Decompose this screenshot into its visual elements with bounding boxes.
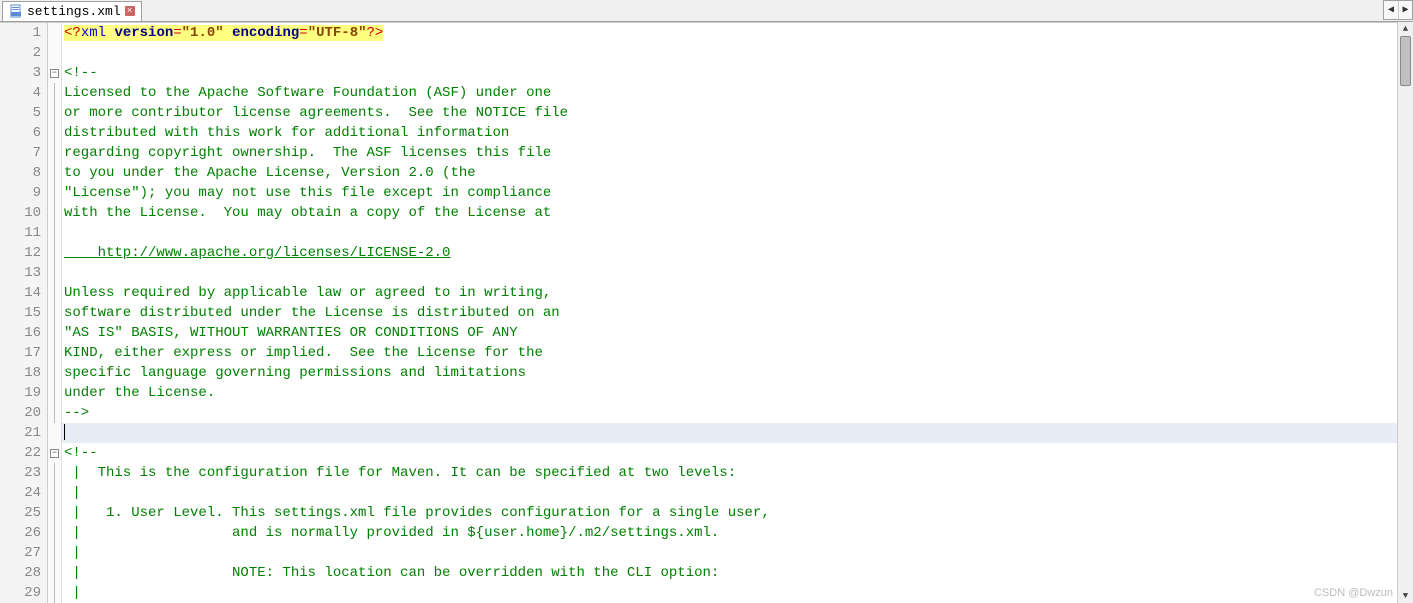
code-line: | [62,583,1413,603]
line-number: 1 [0,23,47,43]
line-number: 27 [0,543,47,563]
code-line: regarding copyright ownership. The ASF l… [62,143,1413,163]
line-number: 6 [0,123,47,143]
tab-scroll-controls: ◀ ▶ [1383,0,1413,20]
line-number: 7 [0,143,47,163]
line-number: 3 [0,63,47,83]
line-number: 18 [0,363,47,383]
tab-scroll-right-icon[interactable]: ▶ [1398,1,1412,19]
code-line-current [62,423,1413,443]
line-number: 19 [0,383,47,403]
code-line: http://www.apache.org/licenses/LICENSE-2… [62,243,1413,263]
code-line: --> [62,403,1413,423]
scroll-down-icon[interactable]: ▼ [1398,589,1413,603]
code-line: | This is the configuration file for Mav… [62,463,1413,483]
code-line [62,43,1413,63]
code-line: <?xml version="1.0" encoding="UTF-8"?> [62,23,1413,43]
editor: 1 2 3 4 5 6 7 8 9 10 11 12 13 14 15 16 1… [0,22,1413,603]
line-number: 17 [0,343,47,363]
line-number: 4 [0,83,47,103]
caret-icon [64,424,65,440]
line-number: 26 [0,523,47,543]
line-number: 24 [0,483,47,503]
line-number: 23 [0,463,47,483]
line-number: 20 [0,403,47,423]
line-number: 28 [0,563,47,583]
scroll-up-icon[interactable]: ▲ [1398,22,1413,36]
code-line: | [62,543,1413,563]
code-line: with the License. You may obtain a copy … [62,203,1413,223]
scrollbar-thumb[interactable] [1400,36,1411,86]
line-number: 21 [0,423,47,443]
code-line: KIND, either express or implied. See the… [62,343,1413,363]
line-number: 10 [0,203,47,223]
line-number: 8 [0,163,47,183]
code-line: "License"); you may not use this file ex… [62,183,1413,203]
file-icon [9,4,23,18]
line-number-gutter: 1 2 3 4 5 6 7 8 9 10 11 12 13 14 15 16 1… [0,23,48,603]
line-number: 13 [0,263,47,283]
code-line: to you under the Apache License, Version… [62,163,1413,183]
line-number: 2 [0,43,47,63]
code-line [62,263,1413,283]
code-line: Unless required by applicable law or agr… [62,283,1413,303]
code-line: specific language governing permissions … [62,363,1413,383]
tab-settings-xml[interactable]: settings.xml × [2,1,142,21]
tab-close-icon[interactable]: × [125,6,135,16]
code-line: <!-- [62,63,1413,83]
code-line: <!-- [62,443,1413,463]
code-line: | NOTE: This location can be overridden … [62,563,1413,583]
fold-toggle[interactable]: − [48,443,61,463]
tab-bar: settings.xml × ◀ ▶ [0,0,1413,22]
code-line: Licensed to the Apache Software Foundati… [62,83,1413,103]
line-number: 22 [0,443,47,463]
line-number: 11 [0,223,47,243]
line-number: 14 [0,283,47,303]
code-line: distributed with this work for additiona… [62,123,1413,143]
line-number: 5 [0,103,47,123]
code-line: under the License. [62,383,1413,403]
line-number: 9 [0,183,47,203]
code-line: | and is normally provided in ${user.hom… [62,523,1413,543]
code-line: | 1. User Level. This settings.xml file … [62,503,1413,523]
code-line: or more contributor license agreements. … [62,103,1413,123]
code-line: software distributed under the License i… [62,303,1413,323]
line-number: 29 [0,583,47,603]
line-number: 16 [0,323,47,343]
vertical-scrollbar[interactable]: ▲ ▼ [1397,22,1413,603]
code-area[interactable]: <?xml version="1.0" encoding="UTF-8"?> <… [62,23,1413,603]
fold-toggle[interactable]: − [48,63,61,83]
line-number: 12 [0,243,47,263]
code-line [62,223,1413,243]
line-number: 15 [0,303,47,323]
tab-filename: settings.xml [27,4,121,19]
code-line: "AS IS" BASIS, WITHOUT WARRANTIES OR CON… [62,323,1413,343]
line-number: 25 [0,503,47,523]
fold-column: − − [48,23,62,603]
tab-scroll-left-icon[interactable]: ◀ [1384,1,1398,19]
code-line: | [62,483,1413,503]
